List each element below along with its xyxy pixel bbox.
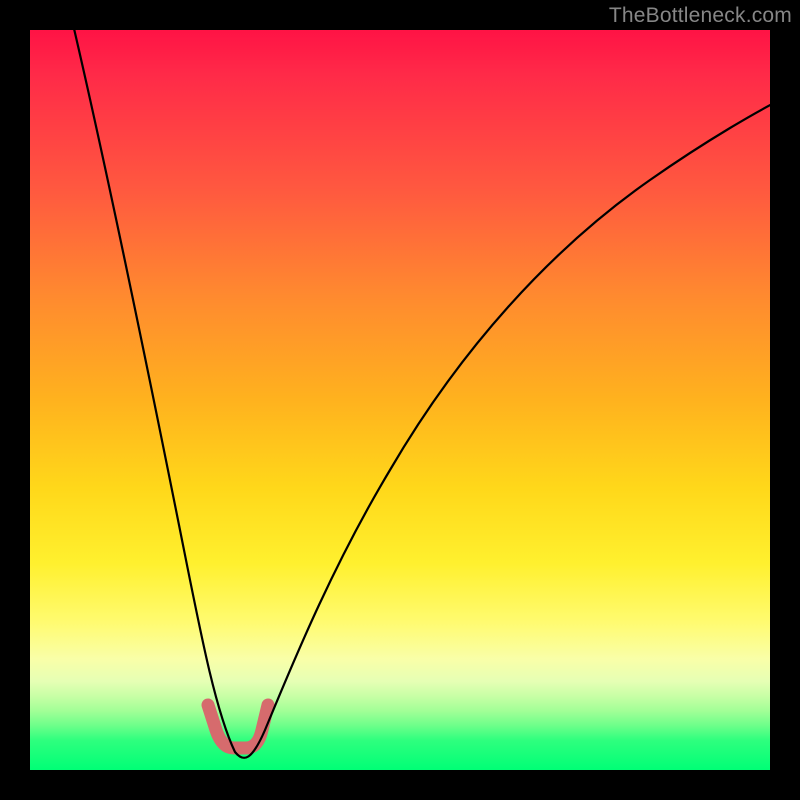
curve-layer [30,30,770,770]
bottleneck-curve [72,30,770,758]
watermark-text: TheBottleneck.com [609,4,792,28]
plot-area [30,30,770,770]
chart-canvas: TheBottleneck.com [0,0,800,800]
